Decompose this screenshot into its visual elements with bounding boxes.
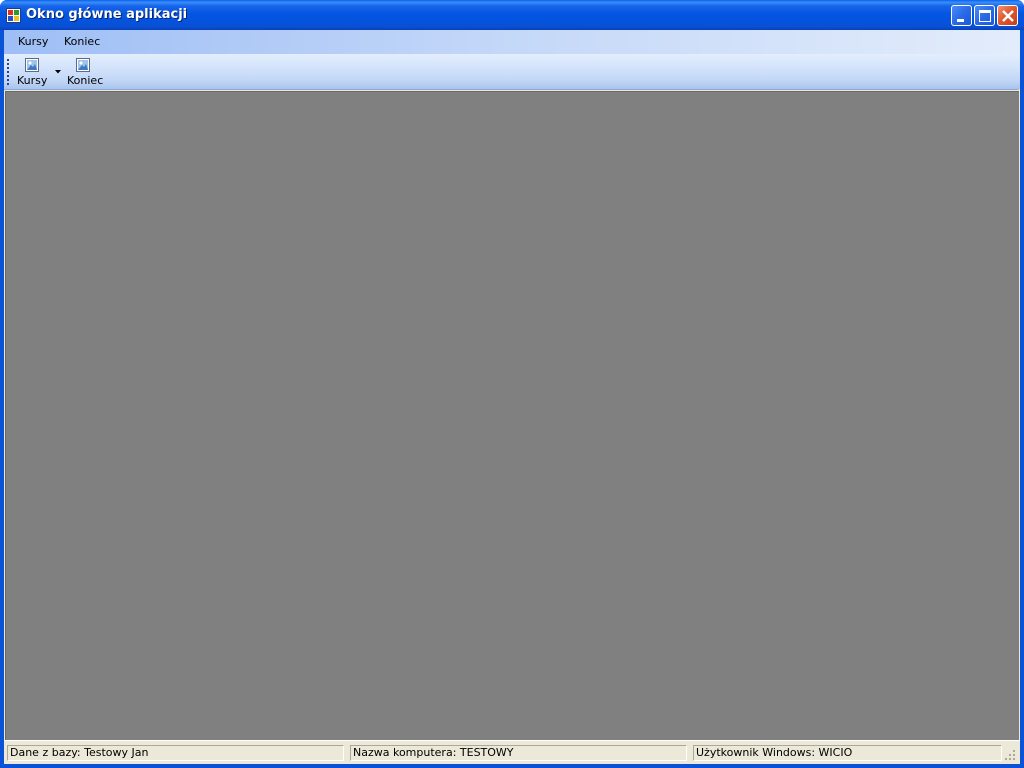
toolbar-button-koniec-label: Koniec bbox=[67, 74, 104, 87]
dropdown-arrow-icon[interactable] bbox=[55, 70, 61, 74]
maximize-icon bbox=[979, 10, 991, 22]
mdi-workspace[interactable] bbox=[5, 91, 1019, 740]
toolbar-button-koniec[interactable]: Koniec bbox=[64, 56, 104, 88]
minimize-icon bbox=[957, 19, 964, 22]
title-bar[interactable]: Okno główne aplikacji bbox=[0, 0, 1024, 30]
toolbar-button-kursy[interactable]: Kursy bbox=[14, 56, 62, 88]
status-bar: Dane z bazy: Testowy Jan Nazwa komputera… bbox=[4, 740, 1020, 764]
status-panel-database: Dane z bazy: Testowy Jan bbox=[7, 745, 344, 761]
close-button[interactable] bbox=[997, 5, 1018, 26]
status-panel-windows-user: Użytkownik Windows: WICIO bbox=[693, 745, 1002, 761]
maximize-button[interactable] bbox=[974, 5, 995, 26]
resize-grip-icon[interactable] bbox=[1004, 749, 1016, 761]
toolbar-grip-icon[interactable] bbox=[7, 58, 10, 86]
status-panel-computer-name: Nazwa komputera: TESTOWY bbox=[350, 745, 687, 761]
image-icon bbox=[25, 58, 39, 72]
toolbar-button-kursy-label: Kursy bbox=[17, 74, 48, 87]
window-title: Okno główne aplikacji bbox=[26, 7, 188, 22]
toolbar: Kursy Koniec bbox=[4, 54, 1020, 90]
app-icon[interactable] bbox=[6, 8, 21, 23]
minimize-button[interactable] bbox=[951, 5, 972, 26]
main-window: Okno główne aplikacji Kursy Koniec Kursy… bbox=[0, 0, 1024, 768]
close-icon bbox=[1002, 10, 1014, 22]
client-area: Kursy Koniec Kursy Koniec Dane z bazy: T… bbox=[4, 30, 1020, 764]
menu-item-kursy[interactable]: Kursy bbox=[18, 35, 48, 49]
image-icon bbox=[76, 58, 90, 72]
menu-item-koniec[interactable]: Koniec bbox=[64, 35, 100, 49]
menu-bar: Kursy Koniec bbox=[4, 30, 1020, 54]
